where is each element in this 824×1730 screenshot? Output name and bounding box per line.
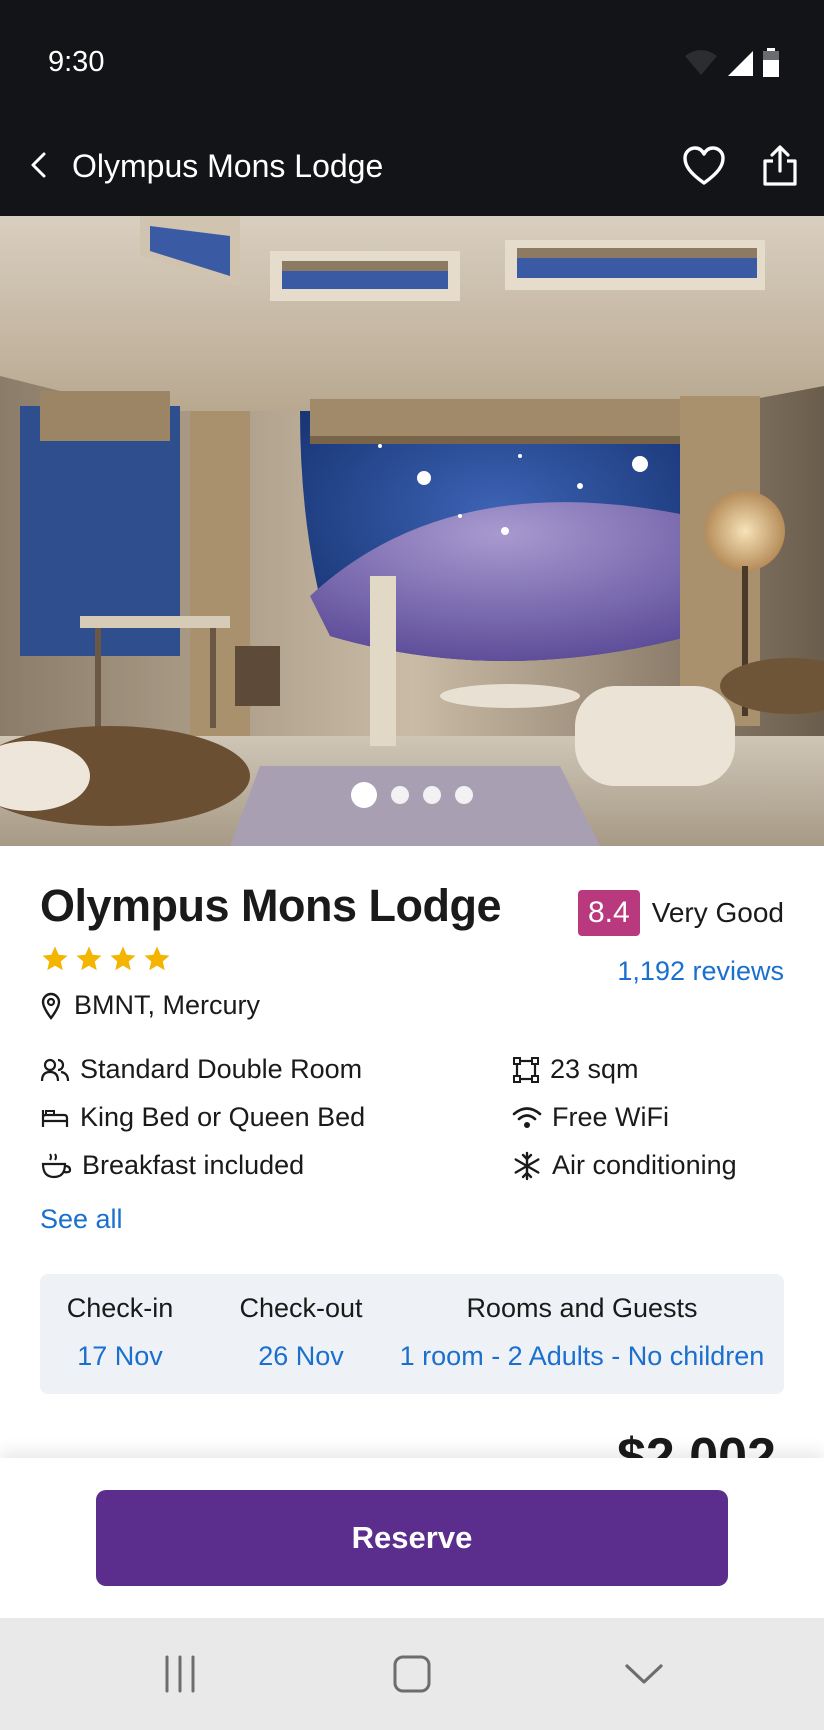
location-text: BMNT, Mercury — [74, 990, 261, 1020]
score-badge: 8.4 — [577, 890, 640, 936]
see-all-facilities-link[interactable]: See all — [40, 1204, 123, 1235]
facility-label: Standard Double Room — [80, 1054, 363, 1084]
bottom-action-panel: Reserve — [0, 1458, 824, 1618]
checkout-label: Check-out — [239, 1293, 363, 1323]
checkout-value: 26 Nov — [258, 1341, 344, 1371]
price-total: $2,002 — [616, 1428, 776, 1458]
facility-label: Free WiFi — [552, 1102, 669, 1132]
share-icon — [763, 145, 797, 186]
carousel-dots — [0, 782, 824, 808]
star-icon — [110, 946, 136, 971]
star-icon — [42, 946, 68, 971]
coffee-cup-icon — [41, 1152, 72, 1178]
checkin-label: Check-in — [66, 1293, 174, 1323]
rooms-guests-label: Rooms and Guests — [466, 1293, 698, 1323]
checkin-value: 17 Nov — [77, 1341, 163, 1371]
hotel-location: BMNT, Mercury — [40, 990, 260, 1021]
reviews-link[interactable]: 1,192 reviews — [617, 956, 784, 987]
facility-label: Air conditioning — [552, 1150, 737, 1180]
facility-wifi: Free WiFi — [512, 1102, 669, 1133]
facility-ac: Air conditioning — [512, 1150, 737, 1181]
app-bar-title: Olympus Mons Lodge — [72, 148, 384, 184]
facility-breakfast: Breakfast included — [40, 1150, 304, 1181]
checkin-field[interactable]: Check-in 17 Nov — [56, 1290, 184, 1374]
carousel-dot-3[interactable] — [423, 786, 441, 804]
back-nav-button[interactable] — [614, 1646, 674, 1702]
snowflake-icon — [514, 1151, 540, 1180]
bed-icon — [41, 1109, 69, 1127]
system-nav-bar — [0, 1618, 824, 1730]
star-icon — [144, 946, 170, 971]
rooms-guests-field[interactable]: Rooms and Guests 1 room - 2 Adults - No … — [392, 1290, 772, 1374]
hotel-photo-carousel[interactable] — [0, 216, 824, 846]
facility-label: Breakfast included — [82, 1150, 305, 1180]
facility-beds: King Bed or Queen Bed — [40, 1102, 365, 1133]
facility-label: King Bed or Queen Bed — [80, 1102, 366, 1132]
rooms-guests-value: 1 room - 2 Adults - No children — [399, 1341, 765, 1371]
checkout-field[interactable]: Check-out 26 Nov — [226, 1290, 376, 1374]
wifi-icon — [512, 1106, 542, 1128]
room-size-icon — [513, 1056, 539, 1083]
signal-icon — [728, 51, 753, 76]
facility-room-type: Standard Double Room — [40, 1054, 362, 1085]
star-rating — [40, 944, 172, 974]
status-bar: 9:30 — [0, 0, 824, 118]
hotel-room-photo — [0, 216, 824, 846]
app-bar: Olympus Mons Lodge — [0, 118, 824, 216]
battery-icon — [763, 48, 779, 77]
heart-icon — [683, 146, 725, 185]
hotel-name: Olympus Mons Lodge — [40, 880, 502, 931]
facility-label: 23 sqm — [550, 1054, 639, 1084]
star-icon — [76, 946, 102, 971]
home-button[interactable] — [382, 1646, 442, 1702]
score-label: Very Good — [651, 897, 784, 928]
recent-apps-icon — [165, 1655, 195, 1693]
wifi-icon — [685, 50, 717, 75]
favorite-button[interactable] — [676, 138, 732, 194]
back-button[interactable] — [14, 140, 64, 190]
home-icon — [393, 1655, 431, 1693]
rating-block: 8.4 Very Good — [577, 890, 784, 936]
share-button[interactable] — [752, 138, 808, 194]
facility-size: 23 sqm — [512, 1054, 639, 1085]
chevron-left-icon — [31, 152, 46, 178]
reserve-button[interactable]: Reserve — [96, 1490, 728, 1586]
carousel-dot-2[interactable] — [391, 786, 409, 804]
chevron-down-icon — [625, 1664, 663, 1684]
status-icons — [684, 48, 780, 78]
status-time: 9:30 — [48, 46, 105, 78]
guests-icon — [40, 1058, 70, 1081]
carousel-dot-4[interactable] — [455, 786, 473, 804]
location-pin-icon — [41, 992, 61, 1020]
carousel-dot-1[interactable] — [351, 782, 377, 808]
recent-apps-button[interactable] — [150, 1646, 210, 1702]
booking-summary[interactable]: Check-in 17 Nov Check-out 26 Nov Rooms a… — [40, 1274, 784, 1394]
